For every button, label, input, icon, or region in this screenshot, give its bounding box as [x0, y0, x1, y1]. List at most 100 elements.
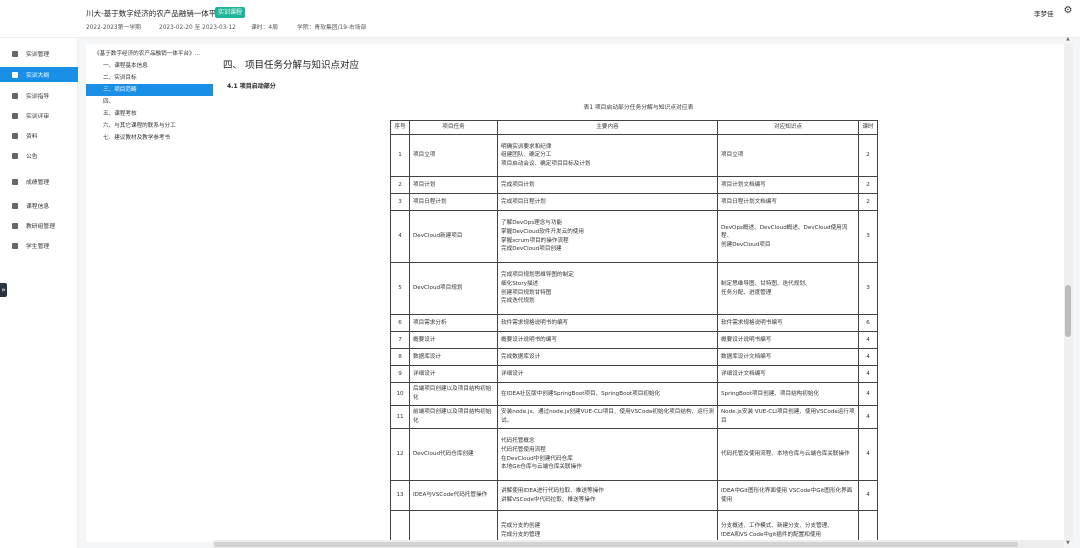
table-cell-task: 项目日程计划: [409, 193, 498, 211]
cell-line: 概要设计说明书编写: [721, 336, 772, 343]
book-icon: [12, 92, 18, 99]
cell-line: 安装node.js、通过node.js创建VUE-CLI项目、使用VSCode初…: [501, 409, 714, 424]
table-cell-content: 完成项目规划思维导图的制定 细化Story描述 创建项目规划甘特图 完成迭代规划: [497, 262, 718, 315]
cell-line: 项目计划文档编写: [721, 181, 766, 188]
section-title: 四、 项目任务分解与知识点对应: [223, 60, 360, 71]
cell-line: 细化Story描述: [501, 280, 539, 287]
cell-line: 项目立项: [721, 152, 744, 159]
cell-line: Node.js安装 VUE-CLI项目创建、使用VSCode运行项目: [721, 409, 855, 424]
cell-line: 制定思维导图、甘特图、迭代规划、: [721, 280, 811, 287]
sidebar-item-7[interactable]: 课程信息: [0, 198, 78, 213]
table-row: 8 数据库设计 完成数据库设计 数据库设计文档编写 4: [390, 348, 878, 366]
sidebar-item-label: 实训指导: [26, 94, 50, 100]
sidebar: 实训管理实训大纲实训指导实训评审资料公告成绩管理课程信息教研组管理学生管理: [0, 38, 78, 548]
cell-line: 完成项目规划思维导图的制定: [501, 272, 574, 279]
scroll-up-icon[interactable]: ▲: [1066, 36, 1070, 42]
table-cell-task: 概要设计: [409, 331, 498, 349]
scroll-down-icon[interactable]: ▼: [1066, 540, 1070, 546]
table-cell-no: 4: [390, 210, 410, 263]
outline-item[interactable]: 七、建议教材及教学参考书: [86, 132, 213, 144]
table-header-cell: 主要内容: [497, 120, 718, 135]
sidebar-item-2[interactable]: 实训指导: [0, 88, 78, 103]
gear-icon[interactable]: ⚙: [1062, 5, 1074, 17]
table-cell-content: 软件需求规格说明书的编写: [497, 314, 718, 332]
table-header-cell: 项目任务: [409, 120, 498, 135]
table-header-cell: 序号: [390, 120, 410, 135]
chart-icon: [12, 178, 18, 185]
sidebar-item-9[interactable]: 学生管理: [0, 238, 78, 253]
cell-line: 创建项目规划甘特图: [501, 289, 552, 296]
table-cell-content: 在IDEA社区版中创建SpringBoot项目、SpringBoot项目初始化: [497, 382, 718, 406]
outline-item[interactable]: 二、实训目标: [86, 72, 213, 84]
scroll-thumb[interactable]: [1065, 285, 1071, 337]
info-icon: [12, 202, 18, 209]
sidebar-item-5[interactable]: 公告: [0, 148, 78, 163]
outline-item[interactable]: 五、课程考核: [86, 108, 213, 120]
sidebar-item-3[interactable]: 实训评审: [0, 108, 78, 123]
outline-item[interactable]: 四、: [86, 96, 213, 108]
folder-icon: [12, 50, 18, 57]
cell-line: 在DevCloud中创建代码仓库: [501, 455, 573, 462]
course-title: 川大-基于数字经济的农产品融销一体平台: [86, 9, 224, 18]
sidebar-item-4[interactable]: 资料: [0, 128, 78, 143]
sidebar-item-0[interactable]: 实训管理: [0, 46, 78, 61]
document-content: 四、 项目任务分解与知识点对应 4.1 项目启动部分 表1 项目启动部分任务分解…: [213, 44, 1064, 540]
bell-icon: [12, 152, 18, 159]
table-cell-knowledge: 概要设计说明书编写: [717, 331, 859, 349]
table-cell-hours: 3: [858, 262, 878, 315]
task-table: 序号 项目任务 主要内容 对应知识点 课时 1 项目立项 明确实训要求和纪律 组建团队、确定分…: [390, 120, 878, 540]
table-cell-content: 明确实训要求和纪律 组建团队、确定分工 项目启动会议、确定项目目标及计划: [497, 134, 718, 177]
outline-root[interactable]: 《基于数字经济的农产品融销一体平台》...: [94, 49, 200, 57]
sidebar-item-label: 课程信息: [26, 204, 50, 210]
table-cell-knowledge: 制定思维导图、甘特图、迭代规划、 任务分配、进度管理: [717, 262, 859, 315]
table-cell-no: 3: [390, 193, 410, 211]
outline-item[interactable]: 三、项目范畴: [86, 84, 213, 96]
table-cell-no: 1: [390, 134, 410, 177]
cell-line: 数据库设计文档编写: [721, 353, 772, 360]
table-cell-task: 项目立项: [409, 134, 498, 177]
outline-item[interactable]: 六、与其它课程的联系与分工: [86, 120, 213, 132]
course-type-badge: 实训课程: [215, 7, 246, 18]
cell-line: 软件需求规格说明书的编写: [501, 319, 569, 326]
sidebar-item-8[interactable]: 教研组管理: [0, 218, 78, 233]
table-cell-task: 后端项目创建以及项目结构初始化: [409, 382, 498, 406]
table-cell-hours: 4: [858, 382, 878, 406]
cell-line: 项目日程计划文档编写: [721, 198, 777, 205]
table-cell-task: [409, 510, 498, 540]
cell-line: 完成分支的管理: [501, 531, 541, 538]
subsection-title: 4.1 项目启动部分: [227, 83, 276, 90]
table-cell-hours: 2: [858, 176, 878, 194]
table-cell-content: 完成项目日程计划: [497, 193, 718, 211]
table-cell-knowledge: 软件需求规格说明书编写: [717, 314, 859, 332]
table-cell-no: 9: [390, 365, 410, 383]
outline-tree: 《基于数字经济的农产品融销一体平台》... 一、课程基本信息 二、实训目标 三、项目…: [86, 44, 213, 542]
review-icon: [12, 112, 18, 119]
cell-line: 详细设计文档编写: [721, 370, 766, 377]
table-row: 5 DevCloud项目规划 完成项目规划思维导图的制定 细化Story描述 创建项目规…: [390, 262, 878, 315]
cell-line: 完成DevCloud项目创建: [501, 246, 562, 253]
table-row: 3 项目日程计划 完成项目日程计划 项目日程计划文档编写 2: [390, 193, 878, 211]
sidebar-item-label: 实训管理: [26, 52, 50, 58]
table-cell-hours: 4: [858, 331, 878, 349]
cell-line: DevOps概述、DevCloud概述、DevCloud使用流程、: [721, 224, 848, 240]
table-cell-task: DevCloud新建项目: [409, 210, 498, 263]
cell-line: 明确实训要求和纪律: [501, 143, 552, 150]
cell-line: 详细设计: [501, 370, 524, 377]
sidebar-item-1[interactable]: 实训大纲: [0, 67, 78, 82]
sidebar-item-label: 学生管理: [26, 244, 50, 250]
sidebar-item-6[interactable]: 成绩管理: [0, 174, 78, 189]
table-row: 7 概要设计 概要设计说明书的编写 概要设计说明书编写 4: [390, 331, 878, 349]
horizontal-scroll-thumb[interactable]: [214, 542, 1018, 547]
outline-item[interactable]: 一、课程基本信息: [86, 60, 213, 72]
table-cell-hours: 4: [858, 348, 878, 366]
cell-line: 掌握DevCloud软件开发云的使用: [501, 228, 584, 235]
table-cell-hours: 4: [858, 365, 878, 383]
team-icon: [12, 222, 18, 229]
table-cell-knowledge: DevOps概述、DevCloud概述、DevCloud使用流程、 创建DevCl…: [717, 210, 859, 263]
sidebar-item-label: 成绩管理: [26, 180, 50, 186]
date-range-text: 2023-02-20 至 2023-03-12: [159, 25, 236, 31]
cell-line: 完成分支的创建: [501, 522, 541, 529]
cell-line: IDEA和VS Code中git插件的配置和使用: [721, 531, 822, 538]
chevron-right-icon[interactable]: »: [0, 283, 7, 297]
user-name[interactable]: 李梦佳: [1034, 8, 1054, 18]
